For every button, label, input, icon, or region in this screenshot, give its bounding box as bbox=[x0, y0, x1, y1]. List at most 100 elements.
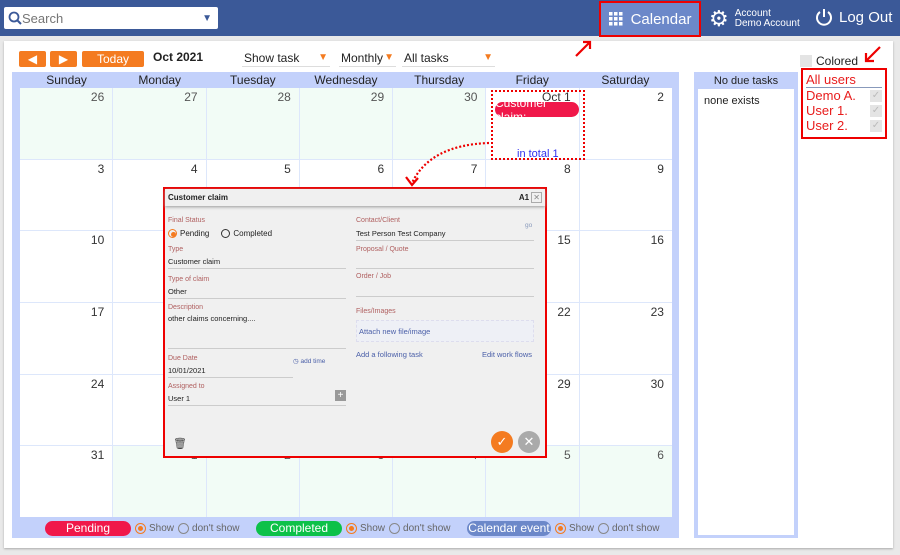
edit-workflows-link[interactable]: Edit work flows bbox=[482, 350, 532, 359]
show-label: Show bbox=[149, 522, 175, 534]
type-field[interactable]: Customer claim bbox=[168, 257, 346, 269]
next-button[interactable]: ▶ bbox=[50, 51, 77, 67]
search-input[interactable] bbox=[22, 10, 203, 26]
confirm-check-icon[interactable]: ✓ bbox=[491, 431, 513, 453]
due-date-field[interactable]: 10/01/2021 bbox=[168, 366, 293, 378]
today-button[interactable]: Today bbox=[82, 51, 144, 67]
description-field[interactable]: other claims concerning.... bbox=[168, 314, 346, 349]
dont-show-radio[interactable] bbox=[178, 522, 190, 534]
user-option[interactable]: User 1. ✓ bbox=[806, 103, 882, 118]
day-number: 5 bbox=[284, 161, 291, 176]
add-time-label: add time bbox=[300, 358, 326, 365]
day-number: 27 bbox=[184, 90, 198, 104]
dropdown-arrow-icon: ▼ bbox=[483, 52, 493, 63]
dont-show-label: don't show bbox=[403, 522, 451, 534]
attach-file-button[interactable]: Attach new file/image bbox=[356, 320, 534, 342]
legend-item: Calendar event Show don't show bbox=[467, 520, 660, 536]
user-checkbox[interactable]: ✓ bbox=[870, 119, 882, 132]
show-radio[interactable] bbox=[555, 522, 566, 534]
user-option[interactable]: Demo A. ✓ bbox=[806, 88, 882, 103]
account-button[interactable]: ⚙ Account Demo Account bbox=[709, 6, 800, 32]
add-assignee-icon[interactable]: + bbox=[335, 390, 346, 401]
day-cell[interactable]: 30 bbox=[579, 374, 672, 446]
day-cell[interactable]: 26 bbox=[20, 88, 113, 159]
day-cell[interactable]: 10 bbox=[20, 231, 113, 302]
add-following-task-link[interactable]: Add a following task bbox=[356, 350, 423, 359]
claim-type-field[interactable]: Other bbox=[168, 287, 346, 299]
logout-button[interactable]: Log Out bbox=[815, 8, 892, 26]
legend-item: Completed Show don't show bbox=[256, 520, 451, 536]
type-label: Type bbox=[168, 246, 184, 253]
contact-field[interactable]: Test Person Test Company bbox=[356, 229, 534, 241]
add-time-link[interactable]: ◷ add time bbox=[293, 357, 325, 365]
order-label: Order / Job bbox=[356, 273, 392, 280]
assigned-field[interactable]: User 1 bbox=[168, 394, 346, 406]
event-customer-claim[interactable]: Customer claim: bbox=[495, 96, 579, 124]
search-icon bbox=[8, 11, 22, 25]
task-filter-select[interactable]: All tasks ▼ bbox=[402, 49, 495, 67]
dropdown-arrow-icon: ▼ bbox=[318, 52, 328, 63]
legend-pending: Pending bbox=[45, 520, 131, 536]
pending-radio[interactable] bbox=[168, 229, 177, 238]
day-cell[interactable]: 16 bbox=[579, 231, 672, 302]
calendar-nav-button[interactable]: Calendar bbox=[599, 1, 701, 37]
grid-icon bbox=[608, 12, 623, 26]
chevron-down-icon[interactable]: ▼ bbox=[202, 13, 212, 24]
day-cell[interactable]: 24 bbox=[20, 374, 113, 446]
colored-checkbox[interactable] bbox=[800, 55, 812, 67]
colored-toggle[interactable]: Colored bbox=[800, 54, 858, 68]
user-name: User 2. bbox=[806, 118, 848, 133]
weekday-monday: Monday bbox=[138, 73, 182, 87]
user-option[interactable]: User 2. ✓ bbox=[806, 118, 882, 133]
day-cell[interactable]: 9 bbox=[579, 159, 672, 231]
day-cell[interactable]: 31 bbox=[20, 446, 113, 517]
prev-button[interactable]: ◀ bbox=[19, 51, 46, 67]
view-value: Monthly bbox=[341, 50, 384, 65]
day-cell[interactable]: 30 bbox=[393, 88, 486, 159]
close-icon[interactable]: ✕ bbox=[531, 192, 542, 203]
day-number: 23 bbox=[650, 304, 664, 319]
assigned-label: Assigned to bbox=[168, 383, 205, 390]
logout-label: Log Out bbox=[839, 8, 893, 26]
weekday-saturday: Saturday bbox=[601, 73, 650, 87]
day-number: 8 bbox=[564, 161, 571, 176]
day-number: 29 bbox=[370, 90, 385, 104]
dont-show-label: don't show bbox=[612, 522, 660, 534]
trash-icon[interactable]: 🗑 bbox=[173, 437, 187, 450]
day-number: 22 bbox=[557, 304, 571, 319]
dont-show-radio[interactable] bbox=[598, 522, 610, 534]
day-number: 16 bbox=[650, 233, 664, 248]
proposal-label: Proposal / Quote bbox=[356, 246, 409, 253]
legend-calendar-event: Calendar event bbox=[467, 520, 551, 536]
weekday-thursday: Thursday bbox=[414, 73, 465, 87]
day-cell[interactable]: 23 bbox=[579, 302, 672, 374]
dont-show-radio[interactable] bbox=[389, 522, 401, 534]
account-name: Demo Account bbox=[734, 18, 800, 29]
show-radio[interactable] bbox=[135, 522, 146, 534]
day-cell[interactable]: 29 bbox=[299, 88, 393, 159]
no-due-text: none exists bbox=[704, 95, 760, 107]
user-checkbox[interactable]: ✓ bbox=[870, 104, 882, 117]
user-filter: All users Demo A. ✓ User 1. ✓ User 2. ✓ bbox=[801, 68, 887, 139]
show-task-select[interactable]: Show task ▼ bbox=[242, 49, 330, 67]
weekday-tuesday: Tuesday bbox=[230, 73, 276, 87]
weekday-friday: Friday bbox=[515, 73, 549, 87]
day-cell[interactable]: 6 bbox=[579, 446, 672, 517]
day-cell[interactable]: 2 bbox=[579, 88, 672, 159]
search-box[interactable]: ▼ bbox=[4, 7, 218, 29]
day-cell[interactable]: 27 bbox=[113, 88, 206, 159]
user-checkbox[interactable]: ✓ bbox=[870, 89, 882, 102]
total-count-link[interactable]: in total 1 bbox=[517, 148, 559, 160]
go-link[interactable]: go bbox=[525, 222, 532, 229]
day-cell[interactable]: 3 bbox=[20, 159, 113, 231]
show-label: Show bbox=[569, 522, 595, 534]
all-users-option[interactable]: All users bbox=[806, 72, 882, 88]
show-radio[interactable] bbox=[346, 522, 357, 534]
order-field[interactable] bbox=[356, 285, 534, 297]
day-cell[interactable]: 28 bbox=[206, 88, 299, 159]
day-cell[interactable]: 17 bbox=[20, 302, 113, 374]
cancel-x-icon[interactable]: ✕ bbox=[518, 431, 540, 453]
proposal-field[interactable] bbox=[356, 257, 534, 269]
view-select[interactable]: Monthly ▼ bbox=[339, 49, 396, 67]
completed-radio[interactable] bbox=[221, 229, 231, 238]
